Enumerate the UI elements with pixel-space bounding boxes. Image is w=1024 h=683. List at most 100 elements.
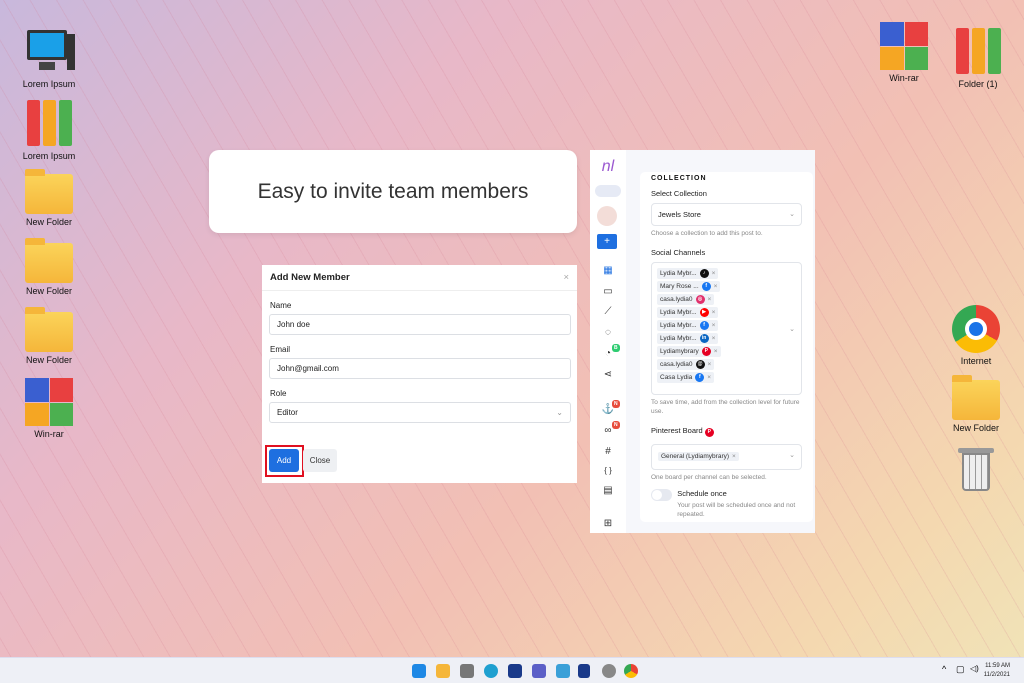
remove-icon[interactable]: × [712, 309, 716, 316]
add-member-dialog: Add New Member × Name John doe Email John… [262, 265, 577, 483]
remove-icon[interactable]: × [714, 348, 718, 355]
remove-icon[interactable]: × [732, 453, 736, 460]
desktop-icon-folder[interactable]: New Folder [941, 374, 1011, 433]
chat-icon[interactable]: ◌ [590, 327, 626, 338]
remove-icon[interactable]: × [712, 322, 716, 329]
chevron-down-icon: ⌄ [789, 211, 795, 218]
social-channels-select[interactable]: ⌄ Lydia Mybr... ♪ × Mary Rose ... f × casa.lydi… [651, 262, 802, 396]
collection-select[interactable]: Jewels Store ⌄ [651, 203, 802, 226]
remove-icon[interactable]: × [707, 374, 711, 381]
store-icon[interactable] [508, 664, 522, 678]
folder-icon [25, 169, 73, 214]
name-input[interactable]: John doe [269, 314, 571, 335]
folder-icon [25, 238, 73, 283]
chevron-up-icon[interactable]: ^ [942, 664, 946, 674]
pinterest-icon: P [701, 347, 711, 357]
collection-hint: Choose a collection to add this post to. [651, 230, 763, 237]
teams-icon[interactable] [532, 664, 546, 678]
channel-chip: Casa Lydia f × [657, 372, 715, 384]
share-icon[interactable]: ⋖ [590, 369, 626, 380]
binders-icon [954, 28, 1002, 76]
settings-icon[interactable] [602, 664, 616, 678]
link-icon[interactable]: ∞ [590, 425, 626, 436]
desktop-icon-folder[interactable]: New Folder [14, 168, 84, 227]
new-post-button[interactable]: + [597, 234, 617, 249]
email-input[interactable]: John@gmail.com [269, 358, 571, 379]
close-icon[interactable]: × [563, 272, 569, 283]
winrar-icon [25, 378, 73, 426]
section-title: COLLECTION [651, 175, 707, 182]
recycle-bin[interactable] [941, 445, 1011, 496]
role-label: Role [270, 389, 287, 398]
schedule-once-toggle[interactable] [651, 489, 673, 502]
desktop-icon-folder[interactable]: New Folder [14, 306, 84, 365]
volume-icon[interactable]: ◁) [970, 664, 979, 673]
facebook-icon: f [701, 282, 711, 292]
linkedin-icon: in [699, 334, 709, 344]
desktop-icon-internet[interactable]: Internet [941, 305, 1011, 366]
remove-icon[interactable]: × [712, 335, 716, 342]
folder-icon [952, 375, 1000, 420]
avatar[interactable] [597, 206, 617, 226]
braces-icon[interactable]: { } [590, 466, 626, 475]
folder-nav-icon[interactable]: ▭ [590, 286, 626, 297]
chevron-down-icon: ⌄ [789, 452, 795, 460]
facebook-icon: f [699, 321, 709, 331]
remove-icon[interactable]: × [708, 296, 712, 303]
schedule-hint: Your post will be scheduled once and not… [677, 502, 796, 519]
edge-icon[interactable] [484, 664, 498, 678]
pinterest-icon: P [704, 428, 714, 438]
network-icon[interactable]: ▢ [956, 664, 965, 675]
role-select[interactable]: Editor ⌄ [269, 402, 571, 423]
channel-chip: Lydia Mybr... f × [657, 320, 719, 332]
social-channels-label: Social Channels [651, 248, 706, 258]
desktop-icon-folder-1[interactable]: Folder (1) [943, 28, 1013, 89]
app-icon[interactable] [578, 664, 590, 678]
channel-chip: Mary Rose ... f × [657, 281, 721, 293]
chevron-down-icon: ⌄ [556, 408, 563, 417]
channel-chip: Lydia Mybr... ▶ × [657, 307, 719, 319]
magic-wand-icon[interactable]: ⟋ [590, 306, 626, 317]
clock[interactable]: 11:59 AM 11/2/2021 [984, 662, 1010, 680]
desktop-icon-binders[interactable]: Lorem Ipsum [14, 100, 84, 161]
schedule-once-label: Schedule once [677, 489, 727, 499]
file-explorer-icon[interactable] [436, 664, 450, 678]
remove-icon[interactable]: × [712, 270, 716, 277]
remove-icon[interactable]: × [714, 283, 718, 290]
taskbar: ^ ▢ ◁) 11:59 AM 11/2/2021 [0, 657, 1024, 683]
winrar-icon [880, 22, 928, 70]
youtube-icon: ▶ [699, 308, 709, 318]
logo: nl [601, 158, 615, 175]
clock-icon[interactable]: ◔ [590, 348, 626, 359]
close-button[interactable]: Close [303, 449, 337, 472]
channel-chip: Lydia Mybr... in × [657, 333, 719, 345]
pinterest-board-select[interactable]: General (Lydiamybrary) × ⌄ [651, 444, 802, 471]
hashtag-icon[interactable]: # [590, 446, 626, 457]
calendar-icon[interactable]: ▦ [590, 265, 626, 276]
post-settings-panel: nl + ▦ ▭ ⟋ ◌ ◔ B ⋖ ⚓ N ∞ N # { } ▤ ⊞ COLLEC… [590, 150, 815, 533]
sidebar: nl + ▦ ▭ ⟋ ◌ ◔ B ⋖ ⚓ N ∞ N # { } ▤ ⊞ [590, 150, 626, 533]
desktop-icon-winrar[interactable]: Win-rar [869, 22, 939, 83]
select-collection-label: Select Collection [651, 189, 707, 198]
channel-chip: Lydia Mybr... ♪ × [657, 268, 719, 280]
binders-icon [25, 100, 73, 148]
dialog-title: Add New Member [270, 272, 350, 283]
add-button[interactable]: Add [269, 449, 299, 472]
camera-icon[interactable] [460, 664, 474, 678]
desktop-icon-folder[interactable]: New Folder [14, 237, 84, 296]
theme-toggle[interactable] [595, 185, 621, 197]
anchor-icon[interactable]: ⚓ [590, 404, 626, 415]
media-folder-icon[interactable]: ▤ [590, 485, 626, 496]
chevron-down-icon: ⌄ [789, 326, 795, 334]
desktop-icon-computer[interactable]: Lorem Ipsum [14, 28, 84, 89]
channel-chip: Lydiamybrary P × [657, 346, 721, 358]
start-icon[interactable] [412, 664, 426, 678]
desktop-icon-winrar[interactable]: Win-rar [14, 378, 84, 439]
board-chip: General (Lydiamybrary) × [658, 452, 739, 462]
remove-icon[interactable]: × [708, 361, 712, 368]
paint-icon[interactable] [556, 664, 570, 678]
computer-icon [25, 28, 75, 76]
chrome-taskbar-icon[interactable] [624, 664, 638, 678]
gift-icon[interactable]: ⊞ [590, 518, 626, 529]
board-hint: One board per channel can be selected. [651, 474, 767, 482]
